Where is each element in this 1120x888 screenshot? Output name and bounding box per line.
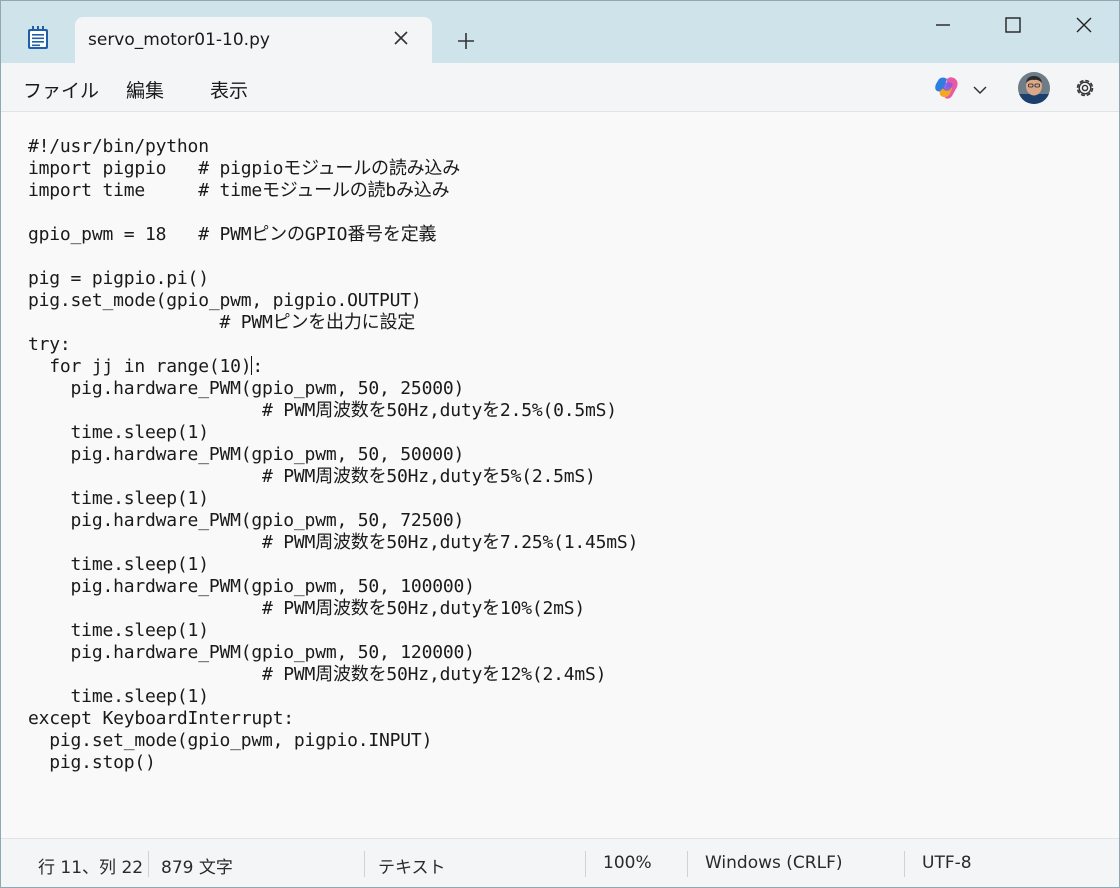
status-divider <box>904 851 905 877</box>
code-line[interactable]: import pigpio # pigpioモジュールの読み込み <box>28 158 638 180</box>
tab-title: servo_motor01-10.py <box>88 30 270 50</box>
code-line[interactable] <box>28 246 638 268</box>
title-bar[interactable]: servo_motor01-10.py <box>1 1 1119 63</box>
notepad-icon <box>27 26 49 50</box>
code-line[interactable]: # PWM周波数を50Hz,dutyを10%(2mS) <box>28 598 638 620</box>
menu-bar: ファイル 編集 表示 <box>1 63 1119 112</box>
maximize-icon[interactable] <box>1001 13 1025 37</box>
code-line[interactable]: pig.set_mode(gpio_pwm, pigpio.OUTPUT) <box>28 290 638 312</box>
status-divider <box>585 851 586 877</box>
gear-icon[interactable] <box>1072 75 1098 101</box>
code-line[interactable]: time.sleep(1) <box>28 554 638 576</box>
plus-icon[interactable] <box>455 30 477 52</box>
close-icon[interactable] <box>391 28 411 48</box>
status-zoom[interactable]: 100% <box>603 853 652 873</box>
status-bar: 行 11、列 22 879 文字 テキスト 100% Windows (CRLF… <box>1 838 1119 887</box>
status-line-ending[interactable]: Windows (CRLF) <box>705 853 843 873</box>
code-line[interactable]: try: <box>28 334 638 356</box>
code-line[interactable]: import time # timeモジュールの読bみ込み <box>28 180 638 202</box>
text-caret <box>251 356 253 375</box>
status-char-count: 879 文字 <box>161 858 233 878</box>
code-line[interactable]: pig.hardware_PWM(gpio_pwm, 50, 72500) <box>28 510 638 532</box>
menu-view[interactable]: 表示 <box>210 76 248 103</box>
notepad-window: servo_motor01-10.py ファイル 編集 表示 #!/usr/bi… <box>0 0 1120 888</box>
code-line[interactable] <box>28 202 638 224</box>
copilot-icon[interactable] <box>933 75 961 101</box>
code-line[interactable]: # PWM周波数を50Hz,dutyを2.5%(0.5mS) <box>28 400 638 422</box>
close-window-icon[interactable] <box>1072 13 1096 37</box>
code-line[interactable]: pig.hardware_PWM(gpio_pwm, 50, 100000) <box>28 576 638 598</box>
status-divider <box>687 851 688 877</box>
code-line[interactable]: pig = pigpio.pi() <box>28 268 638 290</box>
code-line[interactable]: time.sleep(1) <box>28 620 638 642</box>
status-position: 行 11、列 22 <box>38 858 144 878</box>
status-divider <box>148 851 149 877</box>
menu-edit[interactable]: 編集 <box>126 76 164 103</box>
code-line[interactable]: gpio_pwm = 18 # PWMピンのGPIO番号を定義 <box>28 224 638 246</box>
code-line[interactable]: time.sleep(1) <box>28 686 638 708</box>
status-divider <box>364 851 365 877</box>
code-line[interactable]: # PWM周波数を50Hz,dutyを12%(2.4mS) <box>28 664 638 686</box>
code-line[interactable]: time.sleep(1) <box>28 488 638 510</box>
code-line[interactable]: pig.hardware_PWM(gpio_pwm, 50, 50000) <box>28 444 638 466</box>
code-line[interactable]: # PWM周波数を50Hz,dutyを7.25%(1.45mS) <box>28 532 638 554</box>
menu-file[interactable]: ファイル <box>23 76 99 103</box>
tab-servo-motor[interactable]: servo_motor01-10.py <box>75 17 432 63</box>
code-line[interactable]: pig.set_mode(gpio_pwm, pigpio.INPUT) <box>28 730 638 752</box>
chevron-down-icon[interactable] <box>972 81 988 95</box>
code-line[interactable]: pig.hardware_PWM(gpio_pwm, 50, 25000) <box>28 378 638 400</box>
status-encoding[interactable]: UTF-8 <box>922 853 972 873</box>
text-editor[interactable]: #!/usr/bin/python import pigpio # pigpioモ… <box>1 112 1119 838</box>
code-line[interactable]: # PWMピンを出力に設定 <box>28 312 638 334</box>
avatar[interactable] <box>1018 72 1050 104</box>
code-line[interactable]: # PWM周波数を50Hz,dutyを5%(2.5mS) <box>28 466 638 488</box>
code-line[interactable]: pig.hardware_PWM(gpio_pwm, 50, 120000) <box>28 642 638 664</box>
code-line[interactable]: #!/usr/bin/python <box>28 136 638 158</box>
code-line[interactable]: except KeyboardInterrupt: <box>28 708 638 730</box>
code-line[interactable]: pig.stop() <box>28 752 638 774</box>
minimize-icon[interactable] <box>931 13 955 37</box>
code-content[interactable]: #!/usr/bin/python import pigpio # pigpioモ… <box>28 136 638 774</box>
status-format: テキスト <box>378 858 446 878</box>
code-line[interactable]: for jj in range(10): <box>28 356 638 378</box>
code-line[interactable]: time.sleep(1) <box>28 422 638 444</box>
